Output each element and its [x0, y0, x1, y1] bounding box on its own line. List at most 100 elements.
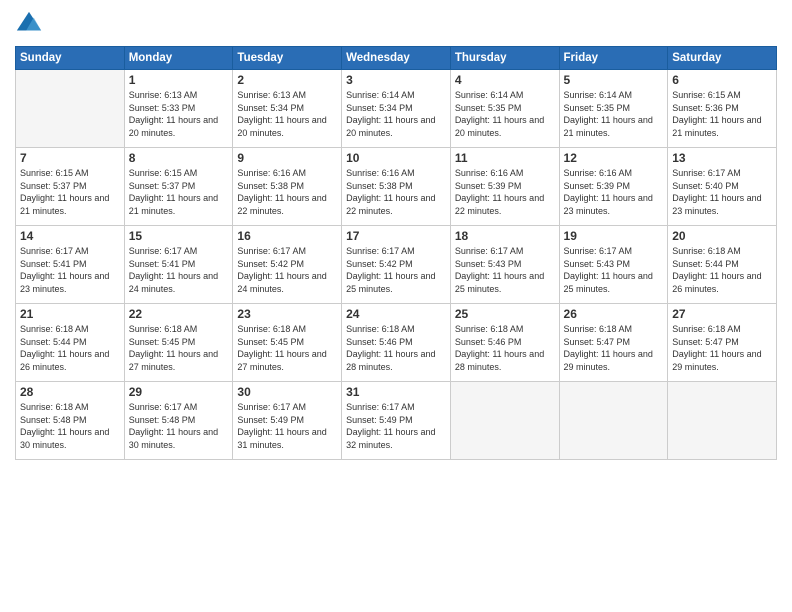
- calendar-cell: [668, 382, 777, 460]
- calendar-cell: 10 Sunrise: 6:16 AM Sunset: 5:38 PM Dayli…: [342, 148, 451, 226]
- cell-info: Sunrise: 6:14 AM Sunset: 5:35 PM Dayligh…: [564, 89, 664, 139]
- calendar-cell: 19 Sunrise: 6:17 AM Sunset: 5:43 PM Dayli…: [559, 226, 668, 304]
- day-number: 9: [237, 151, 337, 165]
- day-number: 21: [20, 307, 120, 321]
- cell-info: Sunrise: 6:18 AM Sunset: 5:45 PM Dayligh…: [129, 323, 229, 373]
- calendar-cell: 21 Sunrise: 6:18 AM Sunset: 5:44 PM Dayli…: [16, 304, 125, 382]
- day-number: 24: [346, 307, 446, 321]
- day-number: 5: [564, 73, 664, 87]
- day-number: 20: [672, 229, 772, 243]
- cell-info: Sunrise: 6:17 AM Sunset: 5:41 PM Dayligh…: [20, 245, 120, 295]
- calendar-cell: 28 Sunrise: 6:18 AM Sunset: 5:48 PM Dayli…: [16, 382, 125, 460]
- cell-info: Sunrise: 6:13 AM Sunset: 5:33 PM Dayligh…: [129, 89, 229, 139]
- cell-info: Sunrise: 6:18 AM Sunset: 5:45 PM Dayligh…: [237, 323, 337, 373]
- day-number: 22: [129, 307, 229, 321]
- day-number: 15: [129, 229, 229, 243]
- weekday-header-cell: Monday: [124, 47, 233, 70]
- cell-info: Sunrise: 6:16 AM Sunset: 5:38 PM Dayligh…: [237, 167, 337, 217]
- calendar-cell: 17 Sunrise: 6:17 AM Sunset: 5:42 PM Dayli…: [342, 226, 451, 304]
- cell-info: Sunrise: 6:17 AM Sunset: 5:40 PM Dayligh…: [672, 167, 772, 217]
- cell-info: Sunrise: 6:18 AM Sunset: 5:46 PM Dayligh…: [455, 323, 555, 373]
- day-number: 28: [20, 385, 120, 399]
- calendar-cell: 9 Sunrise: 6:16 AM Sunset: 5:38 PM Daylig…: [233, 148, 342, 226]
- cell-info: Sunrise: 6:17 AM Sunset: 5:43 PM Dayligh…: [455, 245, 555, 295]
- calendar-week-row: 1 Sunrise: 6:13 AM Sunset: 5:33 PM Daylig…: [16, 70, 777, 148]
- calendar-cell: 31Sunrise: 6:17 AM Sunset: 5:49 PM Dayli…: [342, 382, 451, 460]
- calendar-cell: 15 Sunrise: 6:17 AM Sunset: 5:41 PM Dayli…: [124, 226, 233, 304]
- weekday-header-cell: Saturday: [668, 47, 777, 70]
- cell-info: Sunrise: 6:16 AM Sunset: 5:39 PM Dayligh…: [455, 167, 555, 217]
- day-number: 3: [346, 73, 446, 87]
- cell-info: Sunrise: 6:16 AM Sunset: 5:39 PM Dayligh…: [564, 167, 664, 217]
- calendar-cell: 30 Sunrise: 6:17 AM Sunset: 5:49 PM Dayli…: [233, 382, 342, 460]
- cell-info: Sunrise: 6:18 AM Sunset: 5:44 PM Dayligh…: [20, 323, 120, 373]
- day-number: 14: [20, 229, 120, 243]
- calendar-cell: 24 Sunrise: 6:18 AM Sunset: 5:46 PM Dayli…: [342, 304, 451, 382]
- day-number: 29: [129, 385, 229, 399]
- cell-info: Sunrise: 6:18 AM Sunset: 5:47 PM Dayligh…: [672, 323, 772, 373]
- cell-info: Sunrise: 6:16 AM Sunset: 5:38 PM Dayligh…: [346, 167, 446, 217]
- weekday-header-cell: Thursday: [450, 47, 559, 70]
- calendar-cell: 20 Sunrise: 6:18 AM Sunset: 5:44 PM Dayli…: [668, 226, 777, 304]
- calendar-week-row: 7 Sunrise: 6:15 AM Sunset: 5:37 PM Daylig…: [16, 148, 777, 226]
- day-number: 16: [237, 229, 337, 243]
- calendar-cell: [559, 382, 668, 460]
- calendar-cell: 12Sunrise: 6:16 AM Sunset: 5:39 PM Dayli…: [559, 148, 668, 226]
- calendar-cell: 13 Sunrise: 6:17 AM Sunset: 5:40 PM Dayli…: [668, 148, 777, 226]
- day-number: 26: [564, 307, 664, 321]
- weekday-header-cell: Friday: [559, 47, 668, 70]
- page: SundayMondayTuesdayWednesdayThursdayFrid…: [0, 0, 792, 612]
- weekday-header-cell: Wednesday: [342, 47, 451, 70]
- day-number: 11: [455, 151, 555, 165]
- cell-info: Sunrise: 6:17 AM Sunset: 5:49 PM Dayligh…: [237, 401, 337, 451]
- day-number: 2: [237, 73, 337, 87]
- calendar-cell: 2 Sunrise: 6:13 AM Sunset: 5:34 PM Daylig…: [233, 70, 342, 148]
- cell-info: Sunrise: 6:15 AM Sunset: 5:37 PM Dayligh…: [129, 167, 229, 217]
- cell-info: Sunrise: 6:13 AM Sunset: 5:34 PM Dayligh…: [237, 89, 337, 139]
- day-number: 17: [346, 229, 446, 243]
- calendar-cell: 4Sunrise: 6:14 AM Sunset: 5:35 PM Daylig…: [450, 70, 559, 148]
- cell-info: Sunrise: 6:18 AM Sunset: 5:44 PM Dayligh…: [672, 245, 772, 295]
- day-number: 18: [455, 229, 555, 243]
- calendar-cell: 29 Sunrise: 6:17 AM Sunset: 5:48 PM Dayli…: [124, 382, 233, 460]
- calendar-cell: 25 Sunrise: 6:18 AM Sunset: 5:46 PM Dayli…: [450, 304, 559, 382]
- weekday-header-cell: Tuesday: [233, 47, 342, 70]
- calendar-week-row: 28 Sunrise: 6:18 AM Sunset: 5:48 PM Dayli…: [16, 382, 777, 460]
- day-number: 19: [564, 229, 664, 243]
- calendar-cell: 8 Sunrise: 6:15 AM Sunset: 5:37 PM Daylig…: [124, 148, 233, 226]
- calendar-body: 1 Sunrise: 6:13 AM Sunset: 5:33 PM Daylig…: [16, 70, 777, 460]
- calendar-cell: 3 Sunrise: 6:14 AM Sunset: 5:34 PM Daylig…: [342, 70, 451, 148]
- cell-info: Sunrise: 6:17 AM Sunset: 5:42 PM Dayligh…: [346, 245, 446, 295]
- day-number: 1: [129, 73, 229, 87]
- day-number: 8: [129, 151, 229, 165]
- day-number: 30: [237, 385, 337, 399]
- calendar-cell: 16 Sunrise: 6:17 AM Sunset: 5:42 PM Dayli…: [233, 226, 342, 304]
- cell-info: Sunrise: 6:18 AM Sunset: 5:48 PM Dayligh…: [20, 401, 120, 451]
- calendar-week-row: 21 Sunrise: 6:18 AM Sunset: 5:44 PM Dayli…: [16, 304, 777, 382]
- cell-info: Sunrise: 6:17 AM Sunset: 5:48 PM Dayligh…: [129, 401, 229, 451]
- day-number: 31: [346, 385, 446, 399]
- day-number: 23: [237, 307, 337, 321]
- day-number: 7: [20, 151, 120, 165]
- weekday-header-cell: Sunday: [16, 47, 125, 70]
- header: [15, 10, 777, 38]
- day-number: 27: [672, 307, 772, 321]
- cell-info: Sunrise: 6:18 AM Sunset: 5:46 PM Dayligh…: [346, 323, 446, 373]
- calendar-cell: 22 Sunrise: 6:18 AM Sunset: 5:45 PM Dayli…: [124, 304, 233, 382]
- calendar-cell: 11 Sunrise: 6:16 AM Sunset: 5:39 PM Dayli…: [450, 148, 559, 226]
- logo: [15, 10, 47, 38]
- calendar-cell: [450, 382, 559, 460]
- cell-info: Sunrise: 6:14 AM Sunset: 5:34 PM Dayligh…: [346, 89, 446, 139]
- calendar-cell: 5 Sunrise: 6:14 AM Sunset: 5:35 PM Daylig…: [559, 70, 668, 148]
- cell-info: Sunrise: 6:17 AM Sunset: 5:42 PM Dayligh…: [237, 245, 337, 295]
- cell-info: Sunrise: 6:17 AM Sunset: 5:43 PM Dayligh…: [564, 245, 664, 295]
- cell-info: Sunrise: 6:17 AM Sunset: 5:41 PM Dayligh…: [129, 245, 229, 295]
- logo-icon: [15, 10, 43, 38]
- day-number: 6: [672, 73, 772, 87]
- day-number: 25: [455, 307, 555, 321]
- day-number: 13: [672, 151, 772, 165]
- calendar-cell: 6Sunrise: 6:15 AM Sunset: 5:36 PM Daylig…: [668, 70, 777, 148]
- day-number: 10: [346, 151, 446, 165]
- calendar-cell: 14 Sunrise: 6:17 AM Sunset: 5:41 PM Dayli…: [16, 226, 125, 304]
- calendar-week-row: 14 Sunrise: 6:17 AM Sunset: 5:41 PM Dayli…: [16, 226, 777, 304]
